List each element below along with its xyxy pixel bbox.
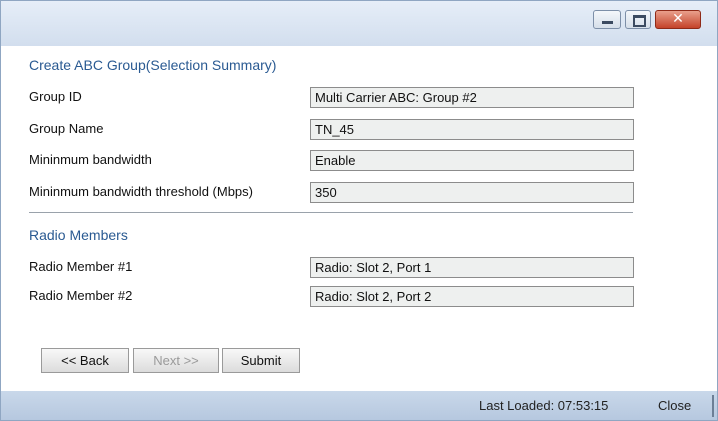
dialog-window: ✕ Create ABC Group(Selection Summary) Gr… — [0, 0, 718, 421]
radio-member-1-label: Radio Member #1 — [29, 259, 133, 274]
maximize-icon — [626, 11, 650, 28]
section-divider — [29, 212, 633, 213]
last-loaded-text: Last Loaded: 07:53:15 — [479, 398, 609, 413]
group-name-label: Group Name — [29, 121, 104, 136]
minimize-icon — [594, 11, 620, 28]
summary-title: Create ABC Group(Selection Summary) — [29, 57, 277, 73]
status-bar: Last Loaded: 07:53:15 Close — [1, 391, 717, 420]
close-link[interactable]: Close — [658, 398, 691, 413]
radio-member-1-field: Radio: Slot 2, Port 1 — [310, 257, 634, 278]
close-icon: ✕ — [672, 11, 684, 27]
status-divider — [712, 395, 714, 417]
min-bandwidth-threshold-label: Mininmum bandwidth threshold (Mbps) — [29, 184, 253, 199]
min-bandwidth-threshold-field: 350 — [310, 182, 634, 203]
group-id-field: Multi Carrier ABC: Group #2 — [310, 87, 634, 108]
close-window-button[interactable]: ✕ — [655, 10, 701, 29]
radio-member-2-label: Radio Member #2 — [29, 288, 133, 303]
submit-button[interactable]: Submit — [222, 348, 300, 373]
radio-members-title: Radio Members — [29, 227, 128, 243]
radio-member-2-field: Radio: Slot 2, Port 2 — [310, 286, 634, 307]
next-button[interactable]: Next >> — [133, 348, 219, 373]
back-button[interactable]: << Back — [41, 348, 129, 373]
min-bandwidth-label: Mininmum bandwidth — [29, 152, 152, 167]
maximize-button[interactable] — [625, 10, 651, 29]
group-id-label: Group ID — [29, 89, 82, 104]
group-name-field: TN_45 — [310, 119, 634, 140]
min-bandwidth-field: Enable — [310, 150, 634, 171]
minimize-button[interactable] — [593, 10, 621, 29]
title-bar: ✕ — [1, 1, 717, 46]
